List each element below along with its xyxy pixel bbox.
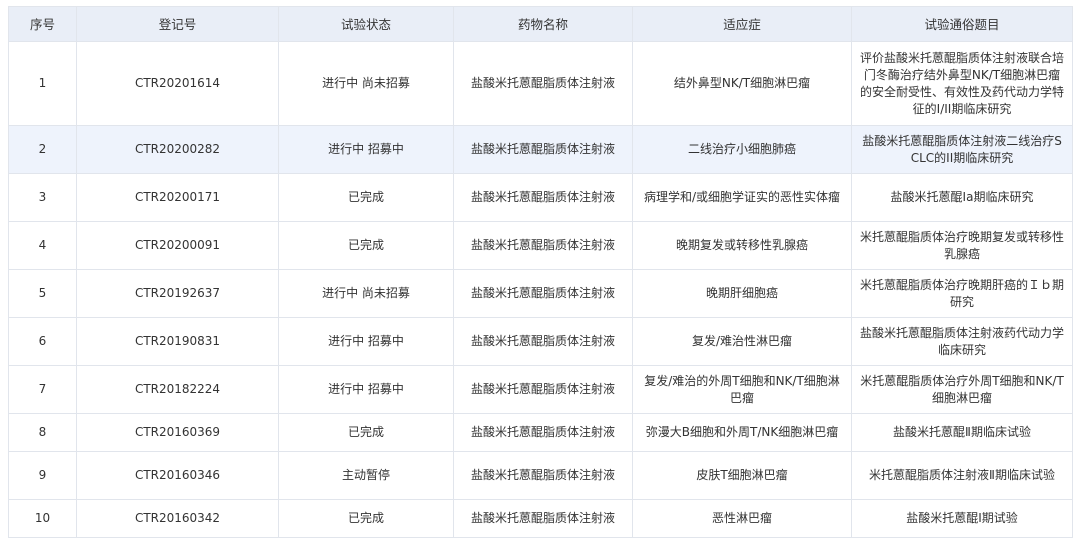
table-row[interactable]: 7 CTR20182224 进行中 招募中 盐酸米托蒽醌脂质体注射液 复发/难治… xyxy=(8,365,1073,414)
table-row[interactable]: 2 CTR20200282 进行中 招募中 盐酸米托蒽醌脂质体注射液 二线治疗小… xyxy=(8,125,1073,174)
cell-trial-title: 盐酸米托蒽醌Ia期临床研究 xyxy=(851,173,1073,222)
cell-drug-name: 盐酸米托蒽醌脂质体注射液 xyxy=(453,173,633,222)
cell-trial-title: 米托蒽醌脂质体治疗晚期肝癌的Ｉｂ期研究 xyxy=(851,269,1073,318)
cell-index: 7 xyxy=(8,365,77,414)
cell-trial-title: 盐酸米托蒽醌脂质体注射液二线治疗SCLC的II期临床研究 xyxy=(851,125,1073,174)
cell-trial-title: 米托蒽醌脂质体治疗外周T细胞和NK/T细胞淋巴瘤 xyxy=(851,365,1073,414)
cell-index: 1 xyxy=(8,41,77,126)
cell-registration-number: CTR20201614 xyxy=(76,41,279,126)
cell-index: 5 xyxy=(8,269,77,318)
cell-registration-number: CTR20190831 xyxy=(76,317,279,366)
cell-registration-number: CTR20160369 xyxy=(76,413,279,452)
cell-registration-number: CTR20200091 xyxy=(76,221,279,270)
header-index: 序号 xyxy=(8,6,77,42)
cell-indication: 结外鼻型NK/T细胞淋巴瘤 xyxy=(632,41,852,126)
cell-trial-status: 主动暂停 xyxy=(278,451,454,500)
cell-registration-number: CTR20160342 xyxy=(76,499,279,538)
cell-trial-status: 进行中 尚未招募 xyxy=(278,41,454,126)
cell-trial-title: 盐酸米托蒽醌脂质体注射液药代动力学临床研究 xyxy=(851,317,1073,366)
cell-indication: 皮肤T细胞淋巴瘤 xyxy=(632,451,852,500)
cell-registration-number: CTR20160346 xyxy=(76,451,279,500)
cell-trial-status: 进行中 尚未招募 xyxy=(278,269,454,318)
cell-drug-name: 盐酸米托蒽醌脂质体注射液 xyxy=(453,41,633,126)
cell-drug-name: 盐酸米托蒽醌脂质体注射液 xyxy=(453,451,633,500)
table-row[interactable]: 6 CTR20190831 进行中 招募中 盐酸米托蒽醌脂质体注射液 复发/难治… xyxy=(8,317,1073,366)
cell-drug-name: 盐酸米托蒽醌脂质体注射液 xyxy=(453,413,633,452)
table-row[interactable]: 4 CTR20200091 已完成 盐酸米托蒽醌脂质体注射液 晚期复发或转移性乳… xyxy=(8,221,1073,270)
clinical-trials-table: 序号 登记号 试验状态 药物名称 适应症 试验通俗题目 1 CTR2020161… xyxy=(8,6,1073,538)
header-trial-title: 试验通俗题目 xyxy=(851,6,1073,42)
cell-indication: 病理学和/或细胞学证实的恶性实体瘤 xyxy=(632,173,852,222)
cell-registration-number: CTR20200282 xyxy=(76,125,279,174)
cell-indication: 复发/难治的外周T细胞和NK/T细胞淋巴瘤 xyxy=(632,365,852,414)
table-row[interactable]: 9 CTR20160346 主动暂停 盐酸米托蒽醌脂质体注射液 皮肤T细胞淋巴瘤… xyxy=(8,451,1073,500)
table-row[interactable]: 1 CTR20201614 进行中 尚未招募 盐酸米托蒽醌脂质体注射液 结外鼻型… xyxy=(8,41,1073,126)
table-row[interactable]: 10 CTR20160342 已完成 盐酸米托蒽醌脂质体注射液 恶性淋巴瘤 盐酸… xyxy=(8,499,1073,538)
cell-drug-name: 盐酸米托蒽醌脂质体注射液 xyxy=(453,499,633,538)
cell-trial-status: 进行中 招募中 xyxy=(278,125,454,174)
cell-index: 10 xyxy=(8,499,77,538)
cell-indication: 复发/难治性淋巴瘤 xyxy=(632,317,852,366)
cell-registration-number: CTR20192637 xyxy=(76,269,279,318)
clinical-trials-table-container: 序号 登记号 试验状态 药物名称 适应症 试验通俗题目 1 CTR2020161… xyxy=(8,6,1073,538)
cell-indication: 二线治疗小细胞肺癌 xyxy=(632,125,852,174)
table-row[interactable]: 5 CTR20192637 进行中 尚未招募 盐酸米托蒽醌脂质体注射液 晚期肝细… xyxy=(8,269,1073,318)
cell-index: 4 xyxy=(8,221,77,270)
cell-indication: 弥漫大B细胞和外周T/NK细胞淋巴瘤 xyxy=(632,413,852,452)
cell-index: 3 xyxy=(8,173,77,222)
cell-drug-name: 盐酸米托蒽醌脂质体注射液 xyxy=(453,365,633,414)
cell-index: 8 xyxy=(8,413,77,452)
cell-index: 2 xyxy=(8,125,77,174)
table-row[interactable]: 3 CTR20200171 已完成 盐酸米托蒽醌脂质体注射液 病理学和/或细胞学… xyxy=(8,173,1073,222)
cell-indication: 晚期复发或转移性乳腺癌 xyxy=(632,221,852,270)
header-indication: 适应症 xyxy=(632,6,852,42)
cell-trial-status: 已完成 xyxy=(278,221,454,270)
cell-drug-name: 盐酸米托蒽醌脂质体注射液 xyxy=(453,221,633,270)
cell-drug-name: 盐酸米托蒽醌脂质体注射液 xyxy=(453,317,633,366)
cell-drug-name: 盐酸米托蒽醌脂质体注射液 xyxy=(453,269,633,318)
cell-trial-title: 盐酸米托蒽醌Ⅱ期临床试验 xyxy=(851,413,1073,452)
table-row[interactable]: 8 CTR20160369 已完成 盐酸米托蒽醌脂质体注射液 弥漫大B细胞和外周… xyxy=(8,413,1073,452)
cell-indication: 恶性淋巴瘤 xyxy=(632,499,852,538)
cell-trial-status: 已完成 xyxy=(278,413,454,452)
header-drug-name: 药物名称 xyxy=(453,6,633,42)
cell-drug-name: 盐酸米托蒽醌脂质体注射液 xyxy=(453,125,633,174)
cell-trial-status: 进行中 招募中 xyxy=(278,365,454,414)
cell-trial-status: 已完成 xyxy=(278,173,454,222)
cell-index: 9 xyxy=(8,451,77,500)
header-trial-status: 试验状态 xyxy=(278,6,454,42)
cell-trial-title: 米托蒽醌脂质体治疗晚期复发或转移性乳腺癌 xyxy=(851,221,1073,270)
cell-index: 6 xyxy=(8,317,77,366)
cell-trial-title: 米托蒽醌脂质体注射液Ⅱ期临床试验 xyxy=(851,451,1073,500)
cell-trial-status: 进行中 招募中 xyxy=(278,317,454,366)
header-registration-number: 登记号 xyxy=(76,6,279,42)
cell-indication: 晚期肝细胞癌 xyxy=(632,269,852,318)
table-header-row: 序号 登记号 试验状态 药物名称 适应症 试验通俗题目 xyxy=(8,6,1073,42)
cell-registration-number: CTR20200171 xyxy=(76,173,279,222)
cell-trial-status: 已完成 xyxy=(278,499,454,538)
cell-trial-title: 盐酸米托蒽醌Ⅰ期试验 xyxy=(851,499,1073,538)
cell-registration-number: CTR20182224 xyxy=(76,365,279,414)
cell-trial-title: 评价盐酸米托蒽醌脂质体注射液联合培门冬酶治疗结外鼻型NK/T细胞淋巴瘤的安全耐受… xyxy=(851,41,1073,126)
